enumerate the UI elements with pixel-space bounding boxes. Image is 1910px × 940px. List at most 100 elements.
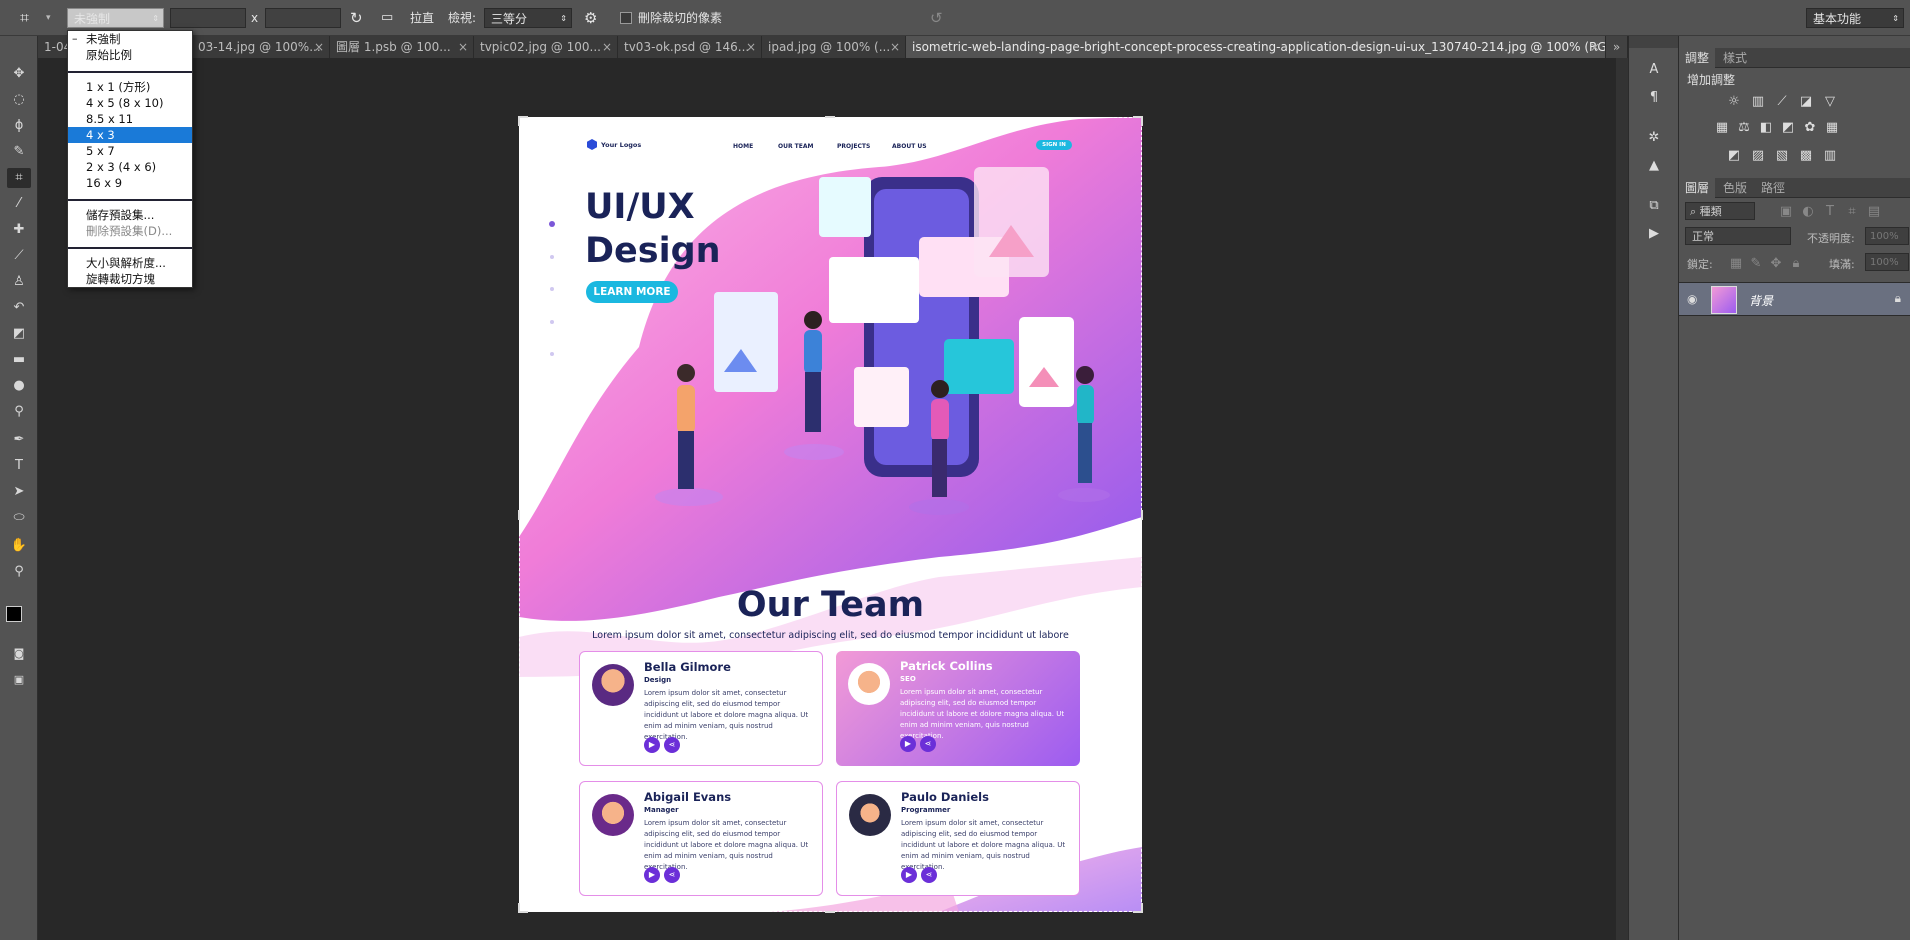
lock-image-icon[interactable]: ✎ [1747,256,1765,272]
menu-item-ratio[interactable]: 16 x 9 [68,175,192,191]
quick-select-tool-icon[interactable]: ✎ [7,142,31,162]
hue-saturation-icon[interactable]: ▦ [1713,120,1731,136]
lasso-tool-icon[interactable]: ϕ [7,116,31,136]
curves-icon[interactable]: ⟋ [1773,94,1791,110]
delete-cropped-checkbox[interactable]: 刪除裁切的像素 [620,8,730,28]
menu-item-save-preset[interactable]: 儲存預設集... [68,207,192,223]
brush-tool-icon[interactable]: ⟋ [7,246,31,266]
filter-shape-icon[interactable]: ⌗ [1843,204,1861,220]
close-icon[interactable]: × [314,36,324,58]
eyedropper-tool-icon[interactable]: ⁄ [7,194,31,214]
crop-tool-icon[interactable]: ⌗ [7,168,31,188]
tab-overflow-icon[interactable]: » [1606,36,1628,58]
menu-item-ratio[interactable]: 2 x 3 (4 x 6) [68,159,192,175]
selective-color-icon[interactable]: ▩ [1797,148,1815,164]
filter-type-icon[interactable]: T [1821,204,1839,220]
screen-mode-icon[interactable]: ▣ [7,670,31,690]
nav-our-team[interactable]: OUR TEAM [778,143,814,150]
share-icon[interactable]: ⋖ [664,867,680,883]
tab-styles[interactable]: 樣式 [1717,48,1753,68]
document-tab-active[interactable]: isometric-web-landing-page-bright-concep… [906,36,1606,58]
document-tab[interactable]: tv03-ok.psd @ 146... × [618,36,762,58]
zoom-tool-icon[interactable]: ⚲ [7,562,31,582]
channel-mixer-icon[interactable]: ✿ [1801,120,1819,136]
lock-transparent-icon[interactable]: ▦ [1727,256,1745,272]
checkbox-box[interactable] [620,12,632,24]
menu-item-ratio[interactable]: 1 x 1 (方形) [68,79,192,95]
straighten-label[interactable]: 拉直 [410,8,434,28]
pen-tool-icon[interactable]: ✒ [7,430,31,450]
document-image[interactable]: Your Logos HOME OUR TEAM PROJECTS ABOUT … [519,117,1142,912]
posterize-icon[interactable]: ▨ [1749,148,1767,164]
menu-item-unconstrained[interactable]: 未強制 [68,31,192,47]
black-white-icon[interactable]: ◧ [1757,120,1775,136]
document-tab[interactable]: ipad.jpg @ 100% (... × [762,36,906,58]
filter-pixel-icon[interactable]: ▣ [1777,204,1795,220]
nav-home[interactable]: HOME [733,143,753,150]
opacity-input[interactable]: 100% [1865,227,1909,245]
filter-smart-object-icon[interactable]: ▤ [1865,204,1883,220]
overlay-view-select[interactable]: 三等分 ⇕ [484,8,572,28]
layer-row[interactable]: ◉ 背景 🔒︎ [1679,282,1910,316]
blend-mode-select[interactable]: 正常 [1685,227,1791,245]
quick-mask-icon[interactable]: ◙ [7,644,31,664]
swap-dimensions-icon[interactable]: ↻ [350,8,363,28]
lock-position-icon[interactable]: ✥ [1767,256,1785,272]
workspace-select[interactable]: 基本功能 ⇕ [1806,8,1904,28]
document-tab[interactable]: 03-14.jpg @ 100%... × [192,36,330,58]
history-brush-tool-icon[interactable]: ↶ [7,298,31,318]
document-tab[interactable]: 圖層 1.psb @ 100... × [330,36,474,58]
vibrance-icon[interactable]: ▽ [1821,94,1839,110]
filter-adjustment-icon[interactable]: ◐ [1799,204,1817,220]
sign-in-button[interactable]: SIGN IN [1036,140,1072,150]
crop-preset-select[interactable]: 未強制 ⇕ [67,8,164,28]
tab-adjustments[interactable]: 調整 [1679,48,1716,68]
actions-panel-icon[interactable]: ▶ [1645,226,1663,242]
layer-name[interactable]: 背景 [1749,292,1773,309]
invert-icon[interactable]: ◩ [1725,148,1743,164]
eraser-tool-icon[interactable]: ◩ [7,324,31,344]
play-icon[interactable]: ▶ [644,737,660,753]
hand-tool-icon[interactable]: ✋ [7,536,31,556]
learn-more-button[interactable]: LEARN MORE [586,281,678,303]
close-icon[interactable]: × [746,36,756,58]
healing-brush-tool-icon[interactable]: ✚ [7,220,31,240]
close-icon[interactable]: × [1590,36,1600,58]
close-icon[interactable]: × [890,36,900,58]
gradient-map-icon[interactable]: ▥ [1821,148,1839,164]
move-tool-icon[interactable]: ✥ [7,64,31,84]
layer-filter-select[interactable]: ⌕ 種類 [1685,202,1755,220]
lock-all-icon[interactable]: 🔒︎ [1787,256,1805,272]
character-panel-icon[interactable]: A [1645,62,1663,78]
play-icon[interactable]: ▶ [901,867,917,883]
play-icon[interactable]: ▶ [900,736,916,752]
clone-stamp-tool-icon[interactable]: ♙ [7,272,31,292]
straighten-icon[interactable]: ▭ [381,8,393,28]
exposure-icon[interactable]: ◪ [1797,94,1815,110]
tool-preset-chevron-icon[interactable]: ▾ [46,8,51,28]
menu-item-rotate-crop-box[interactable]: 旋轉裁切方塊 [68,271,192,287]
close-icon[interactable]: × [458,36,468,58]
color-balance-icon[interactable]: ⚖ [1735,120,1753,136]
fill-input[interactable]: 100% [1865,253,1909,271]
marquee-tool-icon[interactable]: ◌ [7,90,31,110]
visibility-eye-icon[interactable]: ◉ [1687,292,1697,306]
type-tool-icon[interactable]: T [7,456,31,476]
vertical-scrollbar[interactable] [1616,58,1628,940]
histogram-panel-icon[interactable]: ▲ [1645,158,1663,174]
menu-item-size-resolution[interactable]: 大小與解析度... [68,255,192,271]
reset-crop-icon[interactable]: ↺ [930,8,943,28]
share-icon[interactable]: ⋖ [921,867,937,883]
share-icon[interactable]: ⋖ [664,737,680,753]
levels-icon[interactable]: ▥ [1749,94,1767,110]
color-lookup-icon[interactable]: ▦ [1823,120,1841,136]
ellipse-tool-icon[interactable]: ⬭ [7,508,31,528]
navigator-panel-icon[interactable]: ✲ [1645,130,1663,146]
paragraph-panel-icon[interactable]: ¶ [1645,90,1663,106]
path-select-tool-icon[interactable]: ➤ [7,482,31,502]
menu-item-ratio-selected[interactable]: 4 x 3 [68,127,192,143]
play-icon[interactable]: ▶ [644,867,660,883]
crop-width-input[interactable] [170,8,246,28]
tab-channels[interactable]: 色版 [1717,178,1753,198]
gradient-tool-icon[interactable]: ▬ [7,350,31,370]
